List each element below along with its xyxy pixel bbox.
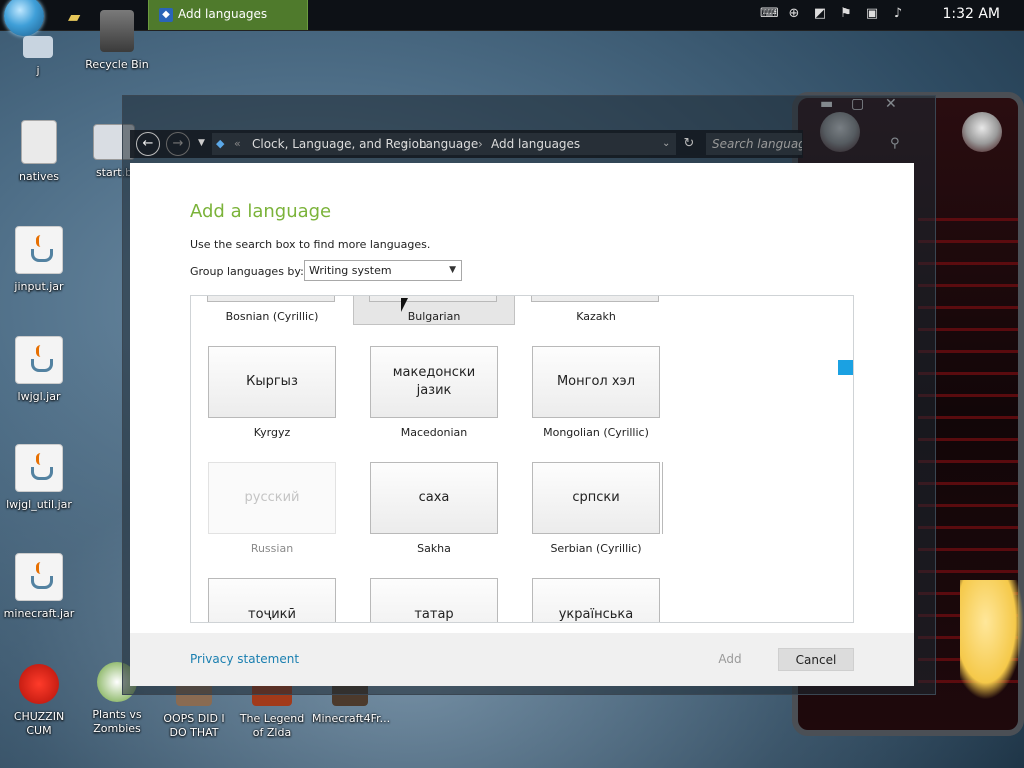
group-by-value: Writing system <box>309 264 392 277</box>
language-tile-mongolian[interactable]: Монгол хэл <box>532 346 660 418</box>
control-panel-icon: ◆ <box>216 137 225 150</box>
overflow-icon: « <box>234 137 241 150</box>
cancel-button[interactable]: Cancel <box>778 648 854 671</box>
chevron-down-icon[interactable]: ▼ <box>198 138 205 148</box>
language-caption: Russian <box>250 542 294 555</box>
native-name: татар <box>414 607 454 622</box>
language-tile-tajik[interactable]: тоҷикӣ <box>208 578 336 622</box>
desktop-icon-j[interactable]: j <box>0 36 76 78</box>
alienware-logo-icon <box>962 112 1002 152</box>
forward-button[interactable]: → <box>166 132 190 156</box>
chevron-right-icon: › <box>403 137 408 151</box>
native-name: Кыргыз <box>246 374 298 389</box>
language-tile-bulgarian[interactable] <box>369 296 497 302</box>
dialog-footer: Privacy statement Add Cancel <box>130 633 914 686</box>
mouse-cursor <box>401 298 408 312</box>
language-caption[interactable]: Serbian (Cyrillic) <box>515 542 677 555</box>
taskbar-item-label: Add languages <box>178 7 268 21</box>
desktop-icon-natives[interactable]: natives <box>1 120 77 184</box>
dialog-title: Add a language <box>190 201 332 222</box>
file-icon <box>23 36 53 58</box>
language-tile-macedonian[interactable]: македонски јазик <box>370 346 498 418</box>
back-button[interactable]: ← <box>136 132 160 156</box>
app-icon[interactable]: ◩ <box>812 6 828 21</box>
group-by-select[interactable]: Writing system ▼ <box>304 260 462 281</box>
taskbar-item-add-languages[interactable]: ◆ Add languages <box>148 0 308 30</box>
scrollbar-thumb[interactable] <box>838 360 853 375</box>
chuzzle-icon <box>19 664 59 704</box>
native-name: русский <box>244 490 300 505</box>
language-caption[interactable]: Kyrgyz <box>191 426 353 439</box>
chevron-down-icon[interactable]: ⌄ <box>662 133 670 155</box>
desktop-icon-recycle-bin[interactable]: Recycle Bin <box>79 10 155 72</box>
privacy-statement-link[interactable]: Privacy statement <box>190 652 299 666</box>
language-tile-serbian[interactable]: српски <box>532 462 663 534</box>
language-caption[interactable]: Bosnian (Cyrillic) <box>191 310 353 323</box>
java-icon <box>15 336 63 384</box>
address-bar[interactable]: ◆ « Clock, Language, and Region › Langua… <box>212 133 676 155</box>
breadcrumb-item[interactable]: Language <box>419 133 478 155</box>
system-tray: ⌨ ⊕ ◩ ⚑ ▣ ♪ <box>760 6 906 21</box>
language-caption[interactable]: Kazakh <box>515 310 677 323</box>
add-language-dialog: Add a language Use the search box to fin… <box>130 163 914 686</box>
breadcrumb-item[interactable]: Clock, Language, and Region <box>252 133 427 155</box>
language-caption[interactable]: Bulgarian <box>353 310 515 323</box>
search-input[interactable]: Search languages <box>706 133 802 155</box>
native-name: саха <box>418 490 450 505</box>
native-name: українська <box>558 607 634 622</box>
language-caption[interactable]: Macedonian <box>353 426 515 439</box>
native-name: македонски јазик <box>392 365 476 398</box>
flag-icon[interactable]: ⚑ <box>838 6 854 21</box>
chevron-down-icon: ▼ <box>449 265 456 275</box>
desktop-icon-lwjgl-util[interactable]: lwjgl_util.jar <box>1 444 77 512</box>
add-button[interactable]: Add <box>690 648 770 671</box>
desktop-icon-lwjgl[interactable]: lwjgl.jar <box>1 336 77 404</box>
java-icon <box>15 444 63 492</box>
language-tile-tatar[interactable]: татар <box>370 578 498 622</box>
breadcrumb-item[interactable]: Add languages <box>491 133 580 155</box>
refresh-icon[interactable]: ↻ <box>678 133 700 155</box>
desktop-icon-jinput[interactable]: jinput.jar <box>1 226 77 294</box>
character-sticker <box>960 580 1024 700</box>
start-button[interactable] <box>4 0 44 36</box>
recycle-bin-icon <box>100 10 134 52</box>
language-tile-kyrgyz[interactable]: Кыргыз <box>208 346 336 418</box>
native-name: српски <box>572 490 620 505</box>
search-hint: Use the search box to find more language… <box>190 238 431 251</box>
clock[interactable]: 1:32 AM <box>942 6 1000 22</box>
language-caption[interactable]: Sakha <box>353 542 515 555</box>
download-icon[interactable]: ⊕ <box>786 6 802 21</box>
language-tile-sakha[interactable]: саха <box>370 462 498 534</box>
folder-icon <box>21 120 57 164</box>
language-caption[interactable]: Mongolian (Cyrillic) <box>515 426 677 439</box>
language-tile-bosnian[interactable] <box>207 296 335 302</box>
java-icon <box>15 553 63 601</box>
language-grid[interactable]: Bosnian (Cyrillic) Bulgarian Kazakh Кырг… <box>190 295 854 623</box>
desktop-icon-minecraft[interactable]: minecraft.jar <box>1 553 77 621</box>
keyboard-icon[interactable]: ⌨ <box>760 6 779 21</box>
language-tile-kazakh[interactable] <box>531 296 659 302</box>
desktop-icon-chuzzin[interactable]: CHUZZIN CUM <box>1 664 77 738</box>
group-by-label: Group languages by: <box>190 265 304 278</box>
language-tile-ukrainian[interactable]: українська <box>532 578 660 622</box>
volume-icon[interactable]: ♪ <box>890 6 906 21</box>
java-icon <box>15 226 63 274</box>
language-tile-russian: русский <box>208 462 336 534</box>
control-panel-icon: ◆ <box>159 8 173 22</box>
network-icon[interactable]: ▣ <box>864 6 880 21</box>
native-name: Монгол хэл <box>556 374 636 389</box>
chevron-right-icon: › <box>478 137 483 151</box>
native-name: тоҷикӣ <box>248 607 296 622</box>
